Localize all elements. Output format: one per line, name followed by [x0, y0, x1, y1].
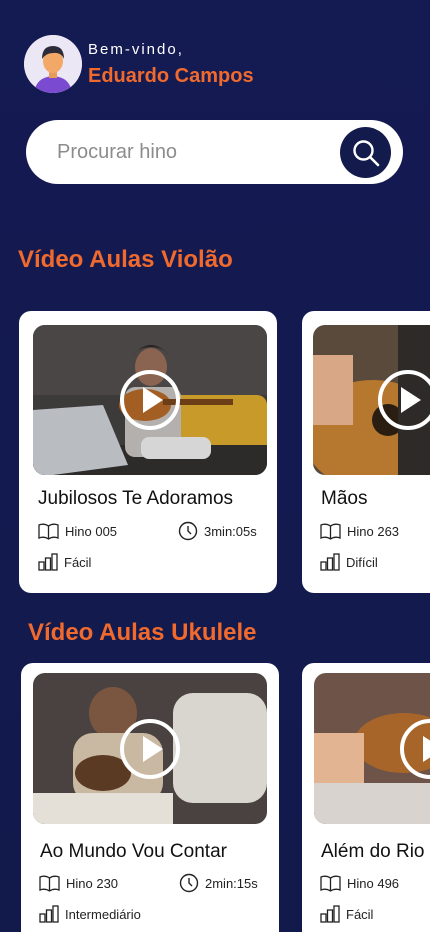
bar-chart-icon — [39, 905, 59, 923]
home-screen: Bem-vindo, Eduardo Campos Vídeo Aulas Vi… — [0, 0, 430, 932]
avatar[interactable] — [24, 35, 82, 93]
clock-icon — [179, 873, 199, 893]
difficulty: Fácil — [38, 553, 91, 571]
difficulty: Intermediário — [39, 905, 141, 923]
video-card[interactable]: Jubilosos Te Adoramos Hino 005 3min:05s … — [19, 311, 277, 593]
search-input[interactable] — [57, 140, 327, 164]
duration: 2min:15s — [179, 873, 258, 893]
greeting-block: Bem-vindo, Eduardo Campos — [88, 41, 254, 88]
book-icon — [38, 523, 59, 540]
search-button[interactable] — [340, 127, 391, 178]
video-thumbnail — [313, 325, 430, 475]
difficulty-label: Fácil — [64, 554, 92, 570]
difficulty: Difícil — [320, 553, 378, 571]
welcome-text: Bem-vindo, — [88, 40, 184, 58]
card-title: Mãos — [321, 488, 368, 509]
avatar-illustration — [24, 35, 82, 93]
video-thumbnail — [314, 673, 430, 824]
video-thumbnail — [33, 325, 267, 475]
hymn-number: Hino 230 — [39, 875, 118, 892]
difficulty: Fácil — [320, 905, 373, 923]
video-card[interactable]: Ao Mundo Vou Contar Hino 230 2min:15s In… — [21, 663, 279, 932]
user-name: Eduardo Campos — [88, 64, 254, 87]
hymn-number: Hino 263 — [320, 523, 399, 540]
search-icon — [352, 139, 379, 166]
video-card[interactable]: Além do Rio Hino 496 Fácil — [302, 663, 430, 932]
bar-chart-icon — [320, 905, 340, 923]
difficulty-label: Difícil — [346, 554, 378, 570]
book-icon — [320, 523, 341, 540]
play-icon[interactable] — [120, 718, 180, 779]
duration-label: 3min:05s — [204, 523, 257, 539]
section-title-violao: Vídeo Aulas Violão — [18, 246, 233, 273]
hymn-number: Hino 496 — [320, 875, 399, 892]
hymn-label: Hino 263 — [347, 524, 400, 539]
difficulty-label: Intermediário — [65, 906, 141, 922]
book-icon — [39, 875, 60, 892]
play-icon[interactable] — [378, 370, 430, 430]
video-card[interactable]: Mãos Hino 263 Difícil — [302, 311, 430, 593]
bar-chart-icon — [38, 553, 58, 571]
duration-label: 2min:15s — [205, 875, 258, 891]
search-bar — [26, 120, 403, 184]
section-title-ukulele: Vídeo Aulas Ukulele — [28, 619, 257, 646]
card-title: Além do Rio — [321, 841, 425, 862]
hymn-label: Hino 005 — [65, 524, 118, 539]
video-thumbnail — [33, 673, 267, 824]
duration: 3min:05s — [178, 521, 257, 541]
difficulty-label: Fácil — [346, 906, 374, 922]
header: Bem-vindo, Eduardo Campos — [24, 35, 254, 93]
hymn-label: Hino 230 — [66, 876, 119, 891]
bar-chart-icon — [320, 553, 340, 571]
card-title: Ao Mundo Vou Contar — [40, 841, 227, 862]
hymn-label: Hino 496 — [347, 876, 400, 891]
card-title: Jubilosos Te Adoramos — [38, 488, 234, 509]
book-icon — [320, 875, 341, 892]
play-icon[interactable] — [120, 370, 180, 430]
hymn-number: Hino 005 — [38, 523, 117, 540]
clock-icon — [178, 521, 198, 541]
